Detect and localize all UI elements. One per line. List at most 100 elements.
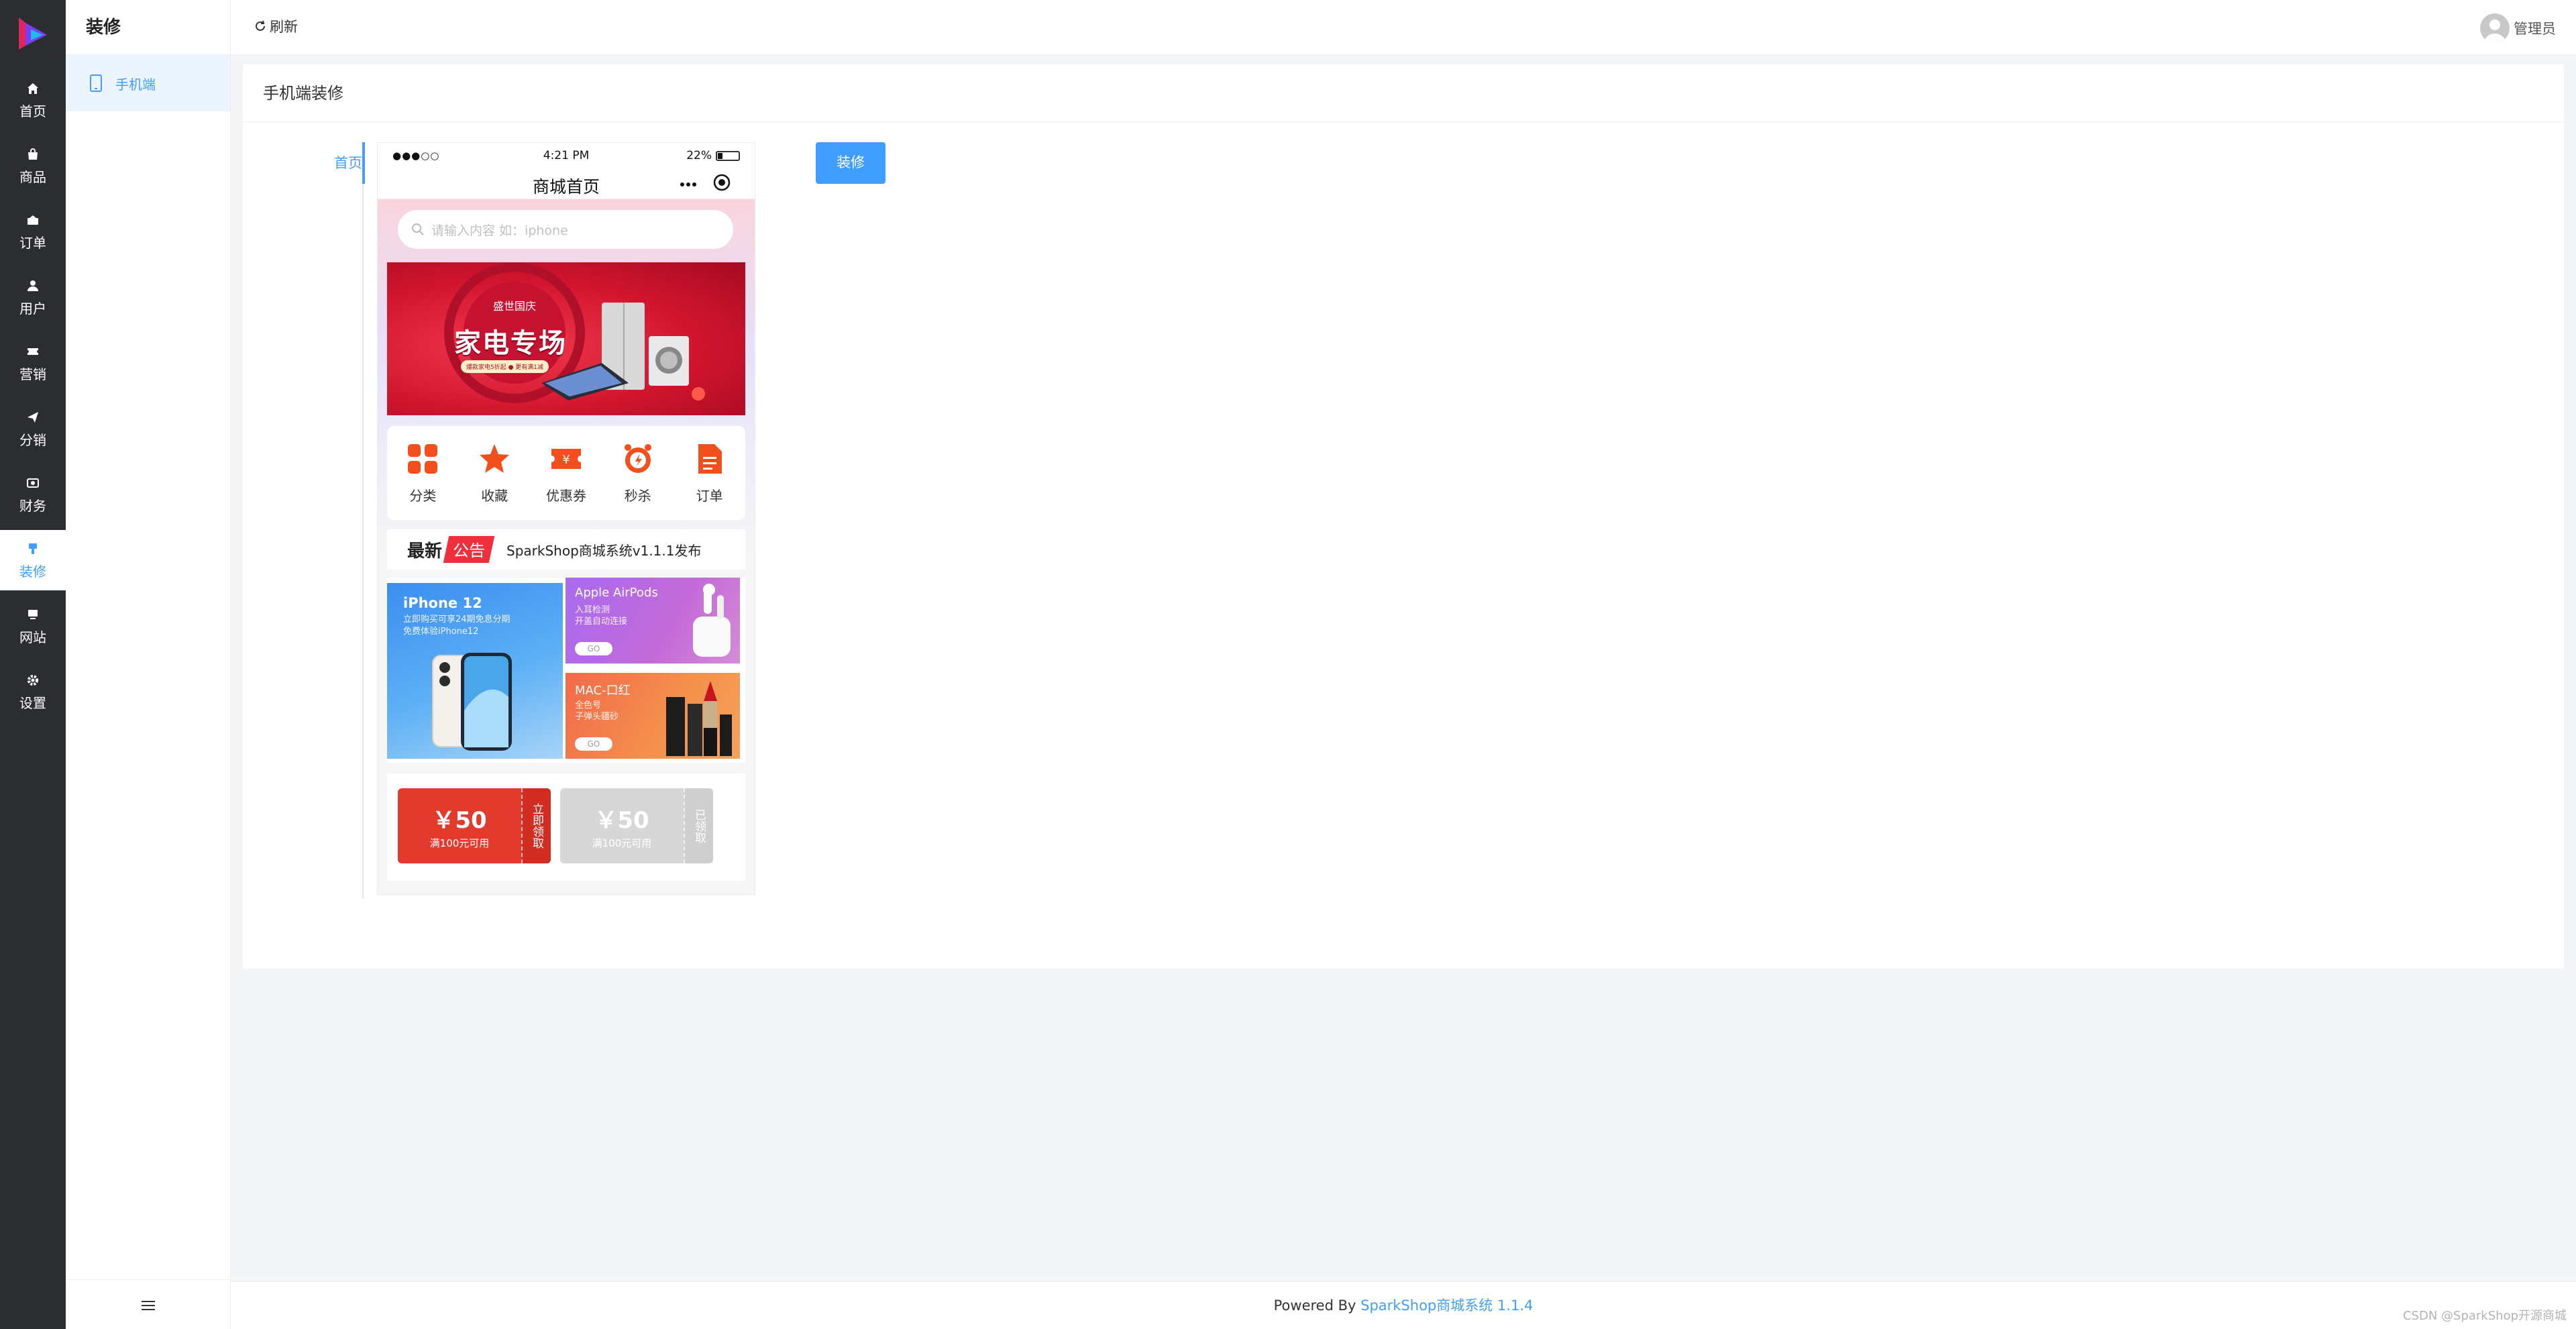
promo-airpods[interactable]: Apple AirPods 入耳检测 开盖自动连接 GO [566, 578, 740, 663]
rail-item-finance[interactable]: 财务 [0, 464, 66, 525]
rail-item-distribution[interactable]: 分销 [0, 398, 66, 459]
gear-icon [25, 672, 41, 688]
banner-headline: 家电专场 [454, 328, 567, 359]
promo-lipstick[interactable]: MAC-口红 全色号 子弹头疆砂 GO [566, 673, 740, 759]
coupon-amount: ￥50 [594, 807, 649, 834]
rail-item-label: 用户 [19, 300, 46, 317]
coupon-condition: 满100元可用 [429, 837, 490, 849]
search-icon [411, 223, 425, 236]
quick-nav-orders[interactable]: 订单 [680, 442, 740, 504]
quick-nav-label: 收藏 [481, 487, 508, 504]
rail-item-goods[interactable]: 商品 [0, 136, 66, 196]
grid-icon [406, 442, 439, 476]
rail-item-settings[interactable]: 设置 [0, 661, 66, 722]
phone-status-bar: ●●●○○ 4:21 PM 22% [378, 143, 755, 168]
promo-go-button[interactable]: GO [575, 737, 612, 751]
quick-nav-label: 秒杀 [624, 487, 651, 504]
refresh-label: 刷新 [270, 19, 298, 35]
footer-powered-by: Powered By [1273, 1297, 1361, 1314]
send-icon [25, 409, 41, 425]
promo-subtitle: 立即购买可享24期免息分期 免费体验iPhone12 [403, 615, 511, 637]
promo-banner[interactable]: 盛世国庆 家电专场 爆款家电5折起 ● 更有满1减 [387, 262, 745, 415]
rail-item-label: 商品 [19, 168, 46, 185]
coupon-claim-button[interactable]: 立即领取 [521, 788, 551, 863]
submenu-item-mobile[interactable]: 手机端 [66, 55, 230, 111]
submenu-item-label: 手机端 [115, 76, 156, 93]
coupon-card[interactable]: ￥50 满100元可用 立即领取 [398, 788, 551, 863]
iphone-image [432, 653, 512, 751]
banner-badge: 盛世国庆 [492, 300, 536, 313]
promo-go-button[interactable]: GO [575, 642, 612, 655]
quick-nav-category[interactable]: 分类 [392, 442, 453, 504]
quick-nav-favorites[interactable]: 收藏 [464, 442, 525, 504]
svg-text:¥: ¥ [562, 453, 570, 467]
top-bar: 刷新 管理员 [231, 0, 2576, 55]
notice-text: SparkShop商城系统v1.1.1发布 [506, 542, 702, 559]
footer-link[interactable]: SparkShop商城系统 1.1.4 [1360, 1297, 1533, 1314]
rail-item-users[interactable]: 用户 [0, 267, 66, 327]
notice-prefix: 最新 [407, 541, 443, 562]
decorate-button[interactable]: 装修 [816, 142, 885, 184]
rail-item-label: 营销 [19, 366, 46, 382]
airpods-image [693, 584, 731, 657]
target-close-icon[interactable] [713, 174, 731, 194]
ticket-icon [25, 343, 41, 360]
brush-icon [25, 541, 41, 557]
monitor-icon [25, 606, 41, 623]
rail-item-decorate[interactable]: 装修 [0, 530, 66, 590]
alarm-icon [621, 442, 655, 476]
home-icon [25, 81, 41, 97]
card-title: 手机端装修 [243, 64, 2564, 122]
search-placeholder: 请输入内容 如：iphone [431, 223, 568, 238]
banner-tag: 爆款家电5折起 ● 更有满1减 [461, 360, 549, 373]
promo-subtitle: 入耳检测 开盖自动连接 [575, 605, 628, 627]
promo-subtitle: 全色号 子弹头疆砂 [575, 700, 619, 722]
rail-item-marketing[interactable]: 营销 [0, 333, 66, 393]
quick-nav-coupons[interactable]: ¥ 优惠券 [536, 442, 596, 504]
user-icon [25, 278, 41, 294]
promo-title: iPhone 12 [403, 595, 482, 611]
refresh-button[interactable]: 刷新 [254, 16, 298, 36]
user-name: 管理员 [2514, 21, 2556, 37]
coupon-body: ￥50 满100元可用 [560, 788, 684, 863]
coupon-section: ￥50 满100元可用 立即领取 ￥50 满100元可用 已领取 [387, 774, 745, 881]
rail-item-website[interactable]: 网站 [0, 596, 66, 656]
rail-item-label: 首页 [19, 103, 46, 119]
coupon-card[interactable]: ￥50 满100元可用 已领取 [560, 788, 713, 863]
announcement-bar[interactable]: 最新 公告 SparkShop商城系统v1.1.1发布 [387, 529, 745, 570]
bag-icon [25, 146, 41, 162]
rail-item-label: 分销 [19, 431, 46, 448]
coupon-icon: ¥ [549, 442, 583, 476]
watermark: CSDN @SparkShop开源商城 [2402, 1309, 2567, 1323]
coupon-claimed-label: 已领取 [684, 788, 713, 863]
rail-item-label: 财务 [19, 497, 46, 514]
battery-percent: 22% [686, 149, 712, 162]
rail-item-home[interactable]: 首页 [0, 70, 66, 130]
page-tab-home[interactable]: 首页 [315, 142, 365, 184]
quick-nav-label: 优惠券 [545, 487, 586, 504]
app-logo-icon[interactable] [16, 15, 50, 52]
rail-item-orders[interactable]: 订单 [0, 201, 66, 262]
coupon-amount: ￥50 [432, 807, 487, 834]
more-dots-icon[interactable] [680, 178, 697, 191]
star-icon [478, 442, 511, 476]
rail-item-label: 设置 [19, 694, 46, 711]
phone-search-input[interactable]: 请输入内容 如：iphone [398, 210, 733, 249]
document-icon [693, 442, 727, 476]
quick-nav-label: 分类 [409, 487, 437, 504]
quick-nav-label: 订单 [696, 487, 723, 504]
lipstick-image [666, 681, 732, 756]
main-nav-rail: 首页 商品 订单 用户 营销 分销 财务 装修 网站 设置 [0, 0, 66, 1329]
phone-preview: ●●●○○ 4:21 PM 22% 商城首页 请输入内容 如：iphone 盛世… [377, 142, 755, 895]
promo-iphone[interactable]: iPhone 12 立即购买可享24期免息分期 免费体验iPhone12 [387, 583, 563, 759]
menu-collapse-toggle[interactable] [66, 1279, 231, 1329]
user-menu[interactable]: 管理员 [2480, 13, 2556, 43]
battery-status: 22% [686, 149, 740, 162]
order-icon [25, 212, 41, 228]
phone-nav-bar: 商城首页 [378, 168, 755, 199]
quick-nav-flash-sale[interactable]: 秒杀 [608, 442, 668, 504]
footer: Powered By SparkShop商城系统 1.1.4 [231, 1281, 2576, 1329]
promo-title: Apple AirPods [575, 586, 658, 600]
coupon-body: ￥50 满100元可用 [398, 788, 521, 863]
money-icon [25, 475, 41, 491]
